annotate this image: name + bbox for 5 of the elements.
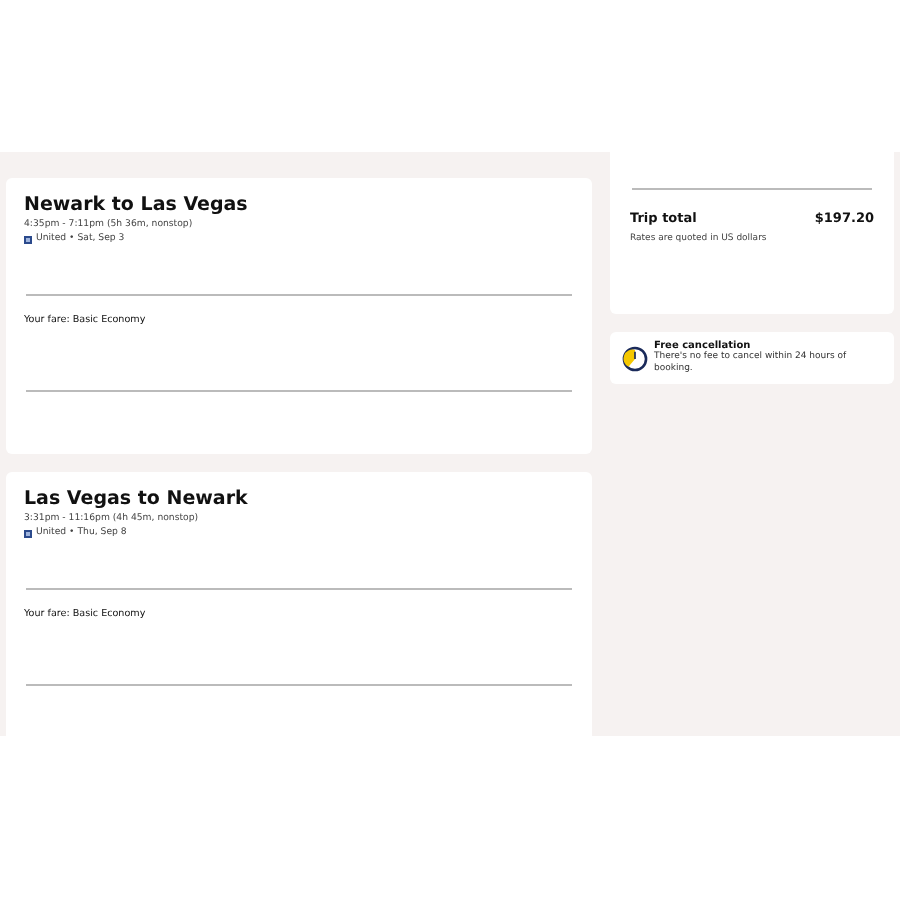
flight-title: Las Vegas to Newark [24, 488, 250, 512]
flight-title: Newark to Las Vegas [24, 194, 250, 218]
clock-icon [622, 345, 648, 371]
airline-logo-icon [24, 235, 32, 243]
airline-logo-icon [24, 529, 32, 537]
